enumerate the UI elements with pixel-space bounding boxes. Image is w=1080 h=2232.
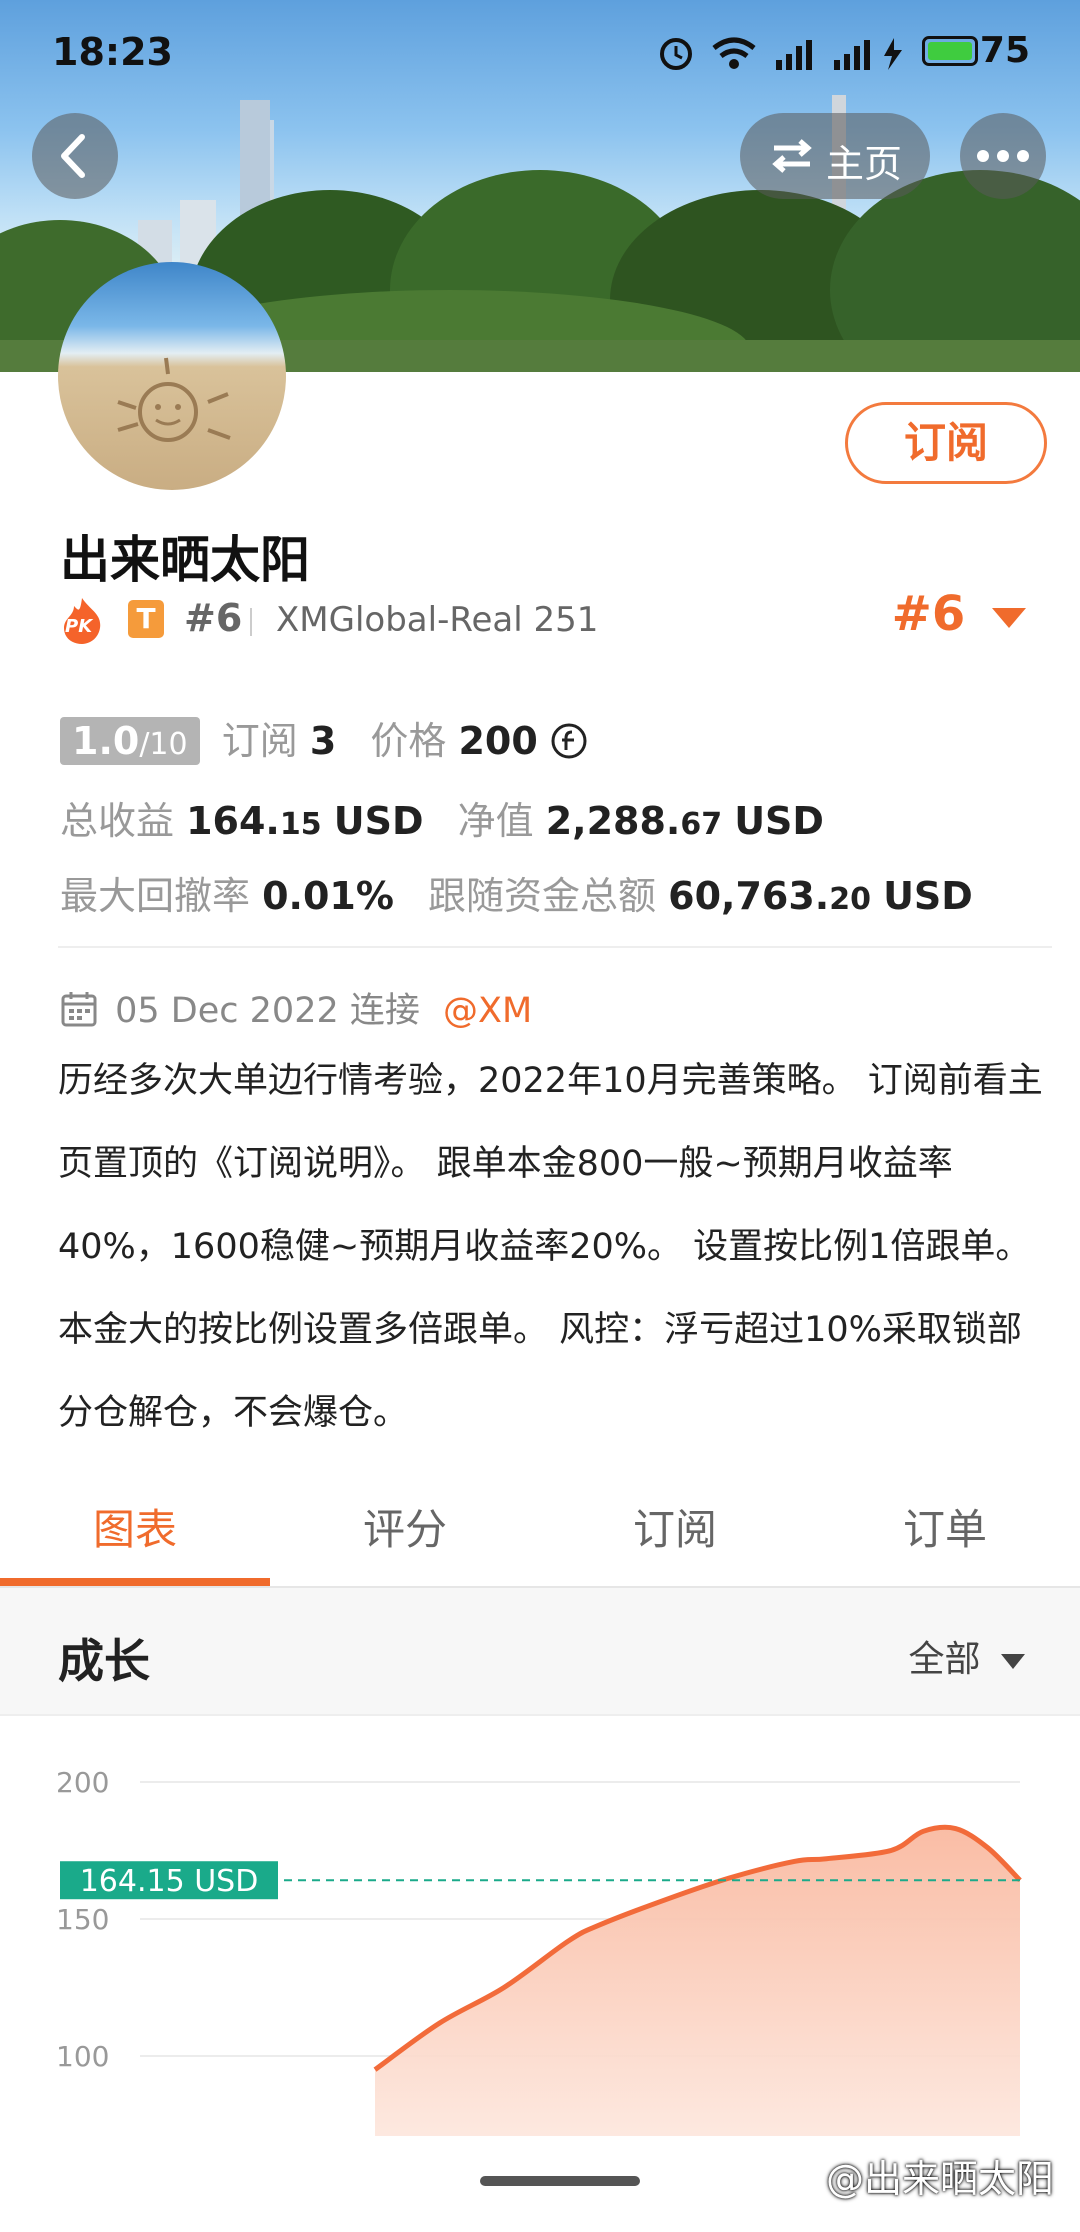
tab-rating[interactable]: 评分 bbox=[270, 1490, 540, 1570]
broker-link[interactable]: @XM bbox=[443, 991, 532, 1031]
home-button[interactable]: 主页 bbox=[740, 113, 930, 199]
avatar-sun-drawing bbox=[117, 357, 231, 442]
range-selector[interactable]: 全部 bbox=[909, 1630, 1026, 1682]
rank-text: #6 bbox=[184, 596, 243, 640]
follow-funds-label: 跟随资金总额 bbox=[428, 874, 657, 918]
growth-chart[interactable]: 200 150 100 164.15 USD bbox=[0, 1716, 1080, 2136]
total-profit-dec: 15 bbox=[279, 807, 322, 842]
score-badge: 1.0/10 bbox=[60, 717, 200, 765]
caret-down-icon bbox=[992, 608, 1026, 628]
rank-dropdown[interactable]: #6 bbox=[892, 586, 1028, 642]
y-tick-label: 200 bbox=[56, 1766, 109, 1799]
y-tick-label: 100 bbox=[56, 2040, 109, 2073]
separator bbox=[250, 608, 252, 636]
pk-flame-icon: PK bbox=[60, 596, 104, 644]
strategy-description: 历经多次大单边行情考验，2022年10月完善策略。 订阅前看主页置顶的《订阅说明… bbox=[58, 1061, 1043, 1433]
battery-level: 75 bbox=[979, 30, 1030, 71]
equity-int: 2,288. bbox=[545, 799, 681, 843]
pk-badge-text: PK bbox=[65, 616, 93, 637]
calendar-icon bbox=[61, 992, 97, 1027]
tab-subscriptions[interactable]: 订阅 bbox=[540, 1490, 810, 1570]
rank-dropdown-label: #6 bbox=[891, 586, 966, 642]
profile-name: 出来晒太阳 bbox=[60, 531, 310, 589]
account-name: XMGlobal-Real 251 bbox=[276, 600, 599, 640]
avatar[interactable] bbox=[58, 262, 286, 490]
connection-date: 05 Dec 2022 连接 bbox=[115, 991, 420, 1031]
divider bbox=[58, 946, 1052, 948]
more-button[interactable] bbox=[960, 113, 1046, 199]
subscribe-count: 3 bbox=[309, 719, 337, 763]
total-profit-label: 总收益 bbox=[60, 799, 175, 843]
more-icon bbox=[977, 150, 1029, 162]
equity-dec: 67 bbox=[680, 807, 723, 842]
stats-line-score: 1.0/10 订阅 3 价格 200 bbox=[60, 710, 588, 765]
score-value: 1.0 bbox=[72, 719, 140, 763]
range-selector-label: 全部 bbox=[908, 1639, 981, 1680]
price-value: 200 bbox=[458, 719, 538, 763]
watermark: @出来晒太阳 bbox=[825, 2157, 1054, 2201]
follow-funds-unit: USD bbox=[883, 874, 973, 918]
follow-funds-int: 60,763. bbox=[668, 874, 830, 918]
subscribe-count-label: 订阅 bbox=[221, 719, 298, 763]
home-indicator[interactable] bbox=[480, 2176, 640, 2186]
stats-line-profit: 总收益 164.15 USD 净值 2,288.67 USD bbox=[60, 790, 824, 845]
equity-unit: USD bbox=[734, 799, 824, 843]
status-icons bbox=[660, 37, 902, 70]
current-value-label: 164.15 USD bbox=[80, 1864, 259, 1899]
total-profit-unit: USD bbox=[333, 799, 424, 843]
total-profit-int: 164. bbox=[186, 799, 280, 843]
back-button[interactable] bbox=[32, 113, 118, 199]
drawdown-label: 最大回撤率 bbox=[60, 874, 251, 918]
tab-chart[interactable]: 图表 bbox=[0, 1490, 270, 1570]
stats-line-drawdown: 最大回撤率 0.01% 跟随资金总额 60,763.20 USD bbox=[60, 865, 973, 920]
status-bar: 18:23 75 bbox=[0, 0, 1080, 100]
equity-label: 净值 bbox=[457, 799, 534, 843]
caret-down-icon bbox=[1001, 1654, 1025, 1669]
back-arrow-icon bbox=[61, 134, 85, 178]
drawdown-value: 0.01% bbox=[262, 874, 394, 918]
subscribe-button[interactable]: 订阅 bbox=[845, 402, 1047, 484]
swap-icon bbox=[772, 139, 812, 173]
tier-badge: T bbox=[128, 600, 164, 638]
price-label: 价格 bbox=[370, 719, 447, 763]
section-title: 成长 bbox=[58, 1634, 150, 1688]
status-time: 18:23 bbox=[52, 30, 173, 74]
growth-chart-svg: 200 150 100 164.15 USD bbox=[56, 1766, 1022, 2136]
active-tab-indicator bbox=[0, 1578, 270, 1586]
connection-line: 05 Dec 2022 连接 @XM bbox=[60, 982, 532, 1033]
area-fill bbox=[375, 1827, 1020, 2136]
home-label: 主页 bbox=[826, 142, 903, 186]
score-max: /10 bbox=[139, 727, 188, 762]
follow-funds-dec: 20 bbox=[829, 882, 871, 917]
tab-bar: 图表 评分 订阅 订单 bbox=[0, 1490, 1080, 1586]
battery-icon bbox=[922, 36, 978, 66]
tab-orders[interactable]: 订单 bbox=[810, 1490, 1080, 1570]
y-tick-label: 150 bbox=[56, 1903, 109, 1936]
coin-icon bbox=[551, 723, 587, 759]
